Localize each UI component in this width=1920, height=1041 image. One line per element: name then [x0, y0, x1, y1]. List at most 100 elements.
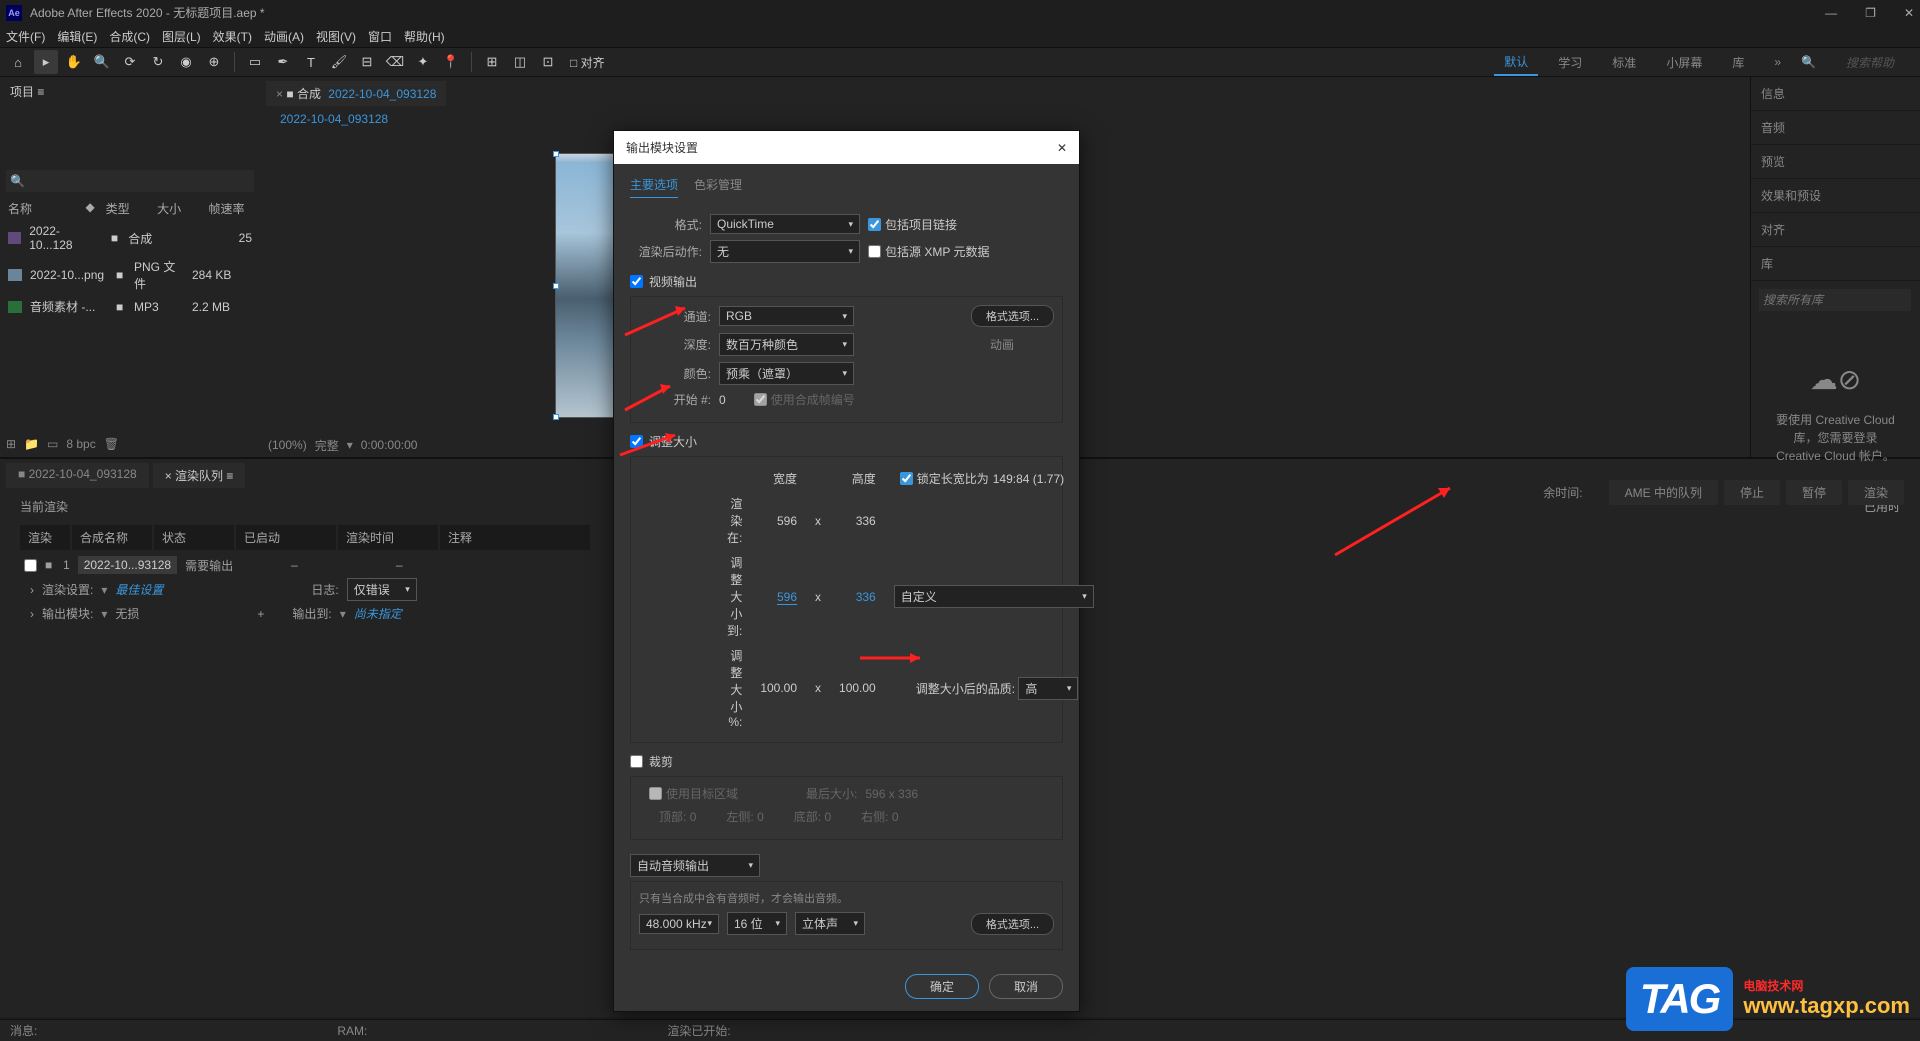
- channels-dropdown[interactable]: 立体声▾: [795, 912, 865, 935]
- home-tool-icon[interactable]: ⌂: [6, 50, 30, 74]
- rect-tool-icon[interactable]: ▭: [243, 50, 267, 74]
- quality-dropdown[interactable]: 高▾: [1018, 677, 1078, 700]
- postrender-dropdown[interactable]: 无▾: [710, 240, 860, 263]
- maximize-button[interactable]: ❐: [1865, 6, 1876, 20]
- search-help-input[interactable]: 搜索帮助: [1846, 54, 1894, 71]
- depth-dropdown[interactable]: 数百万种颜色▾: [719, 333, 854, 356]
- camera-tool-icon[interactable]: ◉: [174, 50, 198, 74]
- comp-new-icon[interactable]: ▭: [47, 437, 58, 451]
- timeline-tab-comp[interactable]: ■ 2022-10-04_093128: [6, 463, 149, 488]
- stamp-tool-icon[interactable]: ⊟: [355, 50, 379, 74]
- interpretation-icon[interactable]: ⊞: [6, 437, 16, 451]
- menu-window[interactable]: 窗口: [368, 28, 392, 45]
- format-options-button[interactable]: 格式选项...: [971, 305, 1054, 327]
- menu-animation[interactable]: 动画(A): [264, 28, 304, 45]
- snap-tool-icon[interactable]: ⊡: [536, 50, 560, 74]
- resize-height-input[interactable]: 336: [831, 551, 884, 642]
- lock-aspect-checkbox[interactable]: [900, 472, 913, 485]
- roto-tool-icon[interactable]: ✦: [411, 50, 435, 74]
- resolution-dropdown[interactable]: 完整: [315, 437, 339, 454]
- panel-info[interactable]: 信息: [1751, 77, 1920, 111]
- panel-effects[interactable]: 效果和预设: [1751, 179, 1920, 213]
- comp-breadcrumb[interactable]: 2022-10-04_093128: [270, 108, 398, 130]
- orbit-tool-icon[interactable]: ⟳: [118, 50, 142, 74]
- tab-color-management[interactable]: 色彩管理: [694, 176, 742, 198]
- pen-tool-icon[interactable]: ✒: [271, 50, 295, 74]
- workspace-standard[interactable]: 标准: [1602, 50, 1646, 75]
- workspace-learn[interactable]: 学习: [1548, 50, 1592, 75]
- menu-file[interactable]: 文件(F): [6, 28, 45, 45]
- expand-icon[interactable]: ›: [30, 583, 34, 597]
- panel-preview[interactable]: 预览: [1751, 145, 1920, 179]
- output-to-link[interactable]: 尚未指定: [354, 605, 402, 622]
- menu-help[interactable]: 帮助(H): [404, 28, 445, 45]
- col-type[interactable]: 类型: [106, 200, 149, 217]
- log-dropdown[interactable]: 仅错误▾: [347, 578, 417, 601]
- project-row[interactable]: 2022-10...128 ■ 合成 25: [0, 221, 260, 255]
- rotate-tool-icon[interactable]: ↻: [146, 50, 170, 74]
- ok-button[interactable]: 确定: [905, 974, 979, 999]
- menu-composition[interactable]: 合成(C): [109, 28, 150, 45]
- audio-output-dropdown[interactable]: 自动音频输出▾: [630, 854, 760, 877]
- menu-effect[interactable]: 效果(T): [213, 28, 252, 45]
- output-module-val[interactable]: 无损: [115, 605, 139, 622]
- zoom-tool-icon[interactable]: 🔍: [90, 50, 114, 74]
- text-tool-icon[interactable]: T: [299, 50, 323, 74]
- trash-icon[interactable]: 🗑: [104, 437, 119, 451]
- menu-view[interactable]: 视图(V): [316, 28, 356, 45]
- workspace-library[interactable]: 库: [1722, 50, 1754, 75]
- start-value[interactable]: 0: [719, 393, 726, 407]
- project-row[interactable]: 音频素材 -... ■ MP3 2.2 MB: [0, 295, 260, 318]
- project-tab[interactable]: 项目 ≡: [0, 77, 260, 106]
- audio-format-options-button[interactable]: 格式选项...: [971, 913, 1054, 935]
- panel-align[interactable]: 对齐: [1751, 213, 1920, 247]
- time-display[interactable]: 0:00:00:00: [361, 438, 418, 452]
- project-search-input[interactable]: [6, 170, 254, 192]
- stop-button[interactable]: 停止: [1724, 480, 1780, 505]
- render-button[interactable]: 渲染: [1848, 480, 1904, 505]
- resize-width-input[interactable]: 596: [777, 590, 797, 605]
- include-link-checkbox[interactable]: [868, 218, 881, 231]
- close-button[interactable]: ✕: [1904, 6, 1914, 20]
- selection-tool-icon[interactable]: ▸: [34, 50, 58, 74]
- workspace-more-icon[interactable]: »: [1764, 51, 1791, 73]
- timeline-tab-render[interactable]: × 渲染队列 ≡: [153, 463, 246, 488]
- bit-depth-dropdown[interactable]: 16 位▾: [727, 912, 787, 935]
- sample-rate-dropdown[interactable]: 48.000 kHz▾: [639, 914, 719, 934]
- grid-tool-icon[interactable]: ⊞: [480, 50, 504, 74]
- settings-link[interactable]: 最佳设置: [115, 581, 163, 598]
- eraser-tool-icon[interactable]: ⌫: [383, 50, 407, 74]
- anchor-tool-icon[interactable]: ⊕: [202, 50, 226, 74]
- format-dropdown[interactable]: QuickTime▾: [710, 214, 860, 234]
- ame-queue-button[interactable]: AME 中的队列: [1609, 480, 1718, 505]
- mask-tool-icon[interactable]: ◫: [508, 50, 532, 74]
- hand-tool-icon[interactable]: ✋: [62, 50, 86, 74]
- brush-tool-icon[interactable]: 🖌: [327, 50, 351, 74]
- col-fps[interactable]: 帧速率: [209, 200, 252, 217]
- menu-edit[interactable]: 编辑(E): [57, 28, 97, 45]
- library-search-input[interactable]: [1759, 289, 1911, 311]
- workspace-small[interactable]: 小屏幕: [1656, 50, 1712, 75]
- render-checkbox[interactable]: [24, 559, 37, 572]
- panel-audio[interactable]: 音频: [1751, 111, 1920, 145]
- expand-icon[interactable]: ›: [30, 607, 34, 621]
- col-name[interactable]: 名称: [8, 200, 78, 217]
- bpc-label[interactable]: 8 bpc: [66, 437, 95, 451]
- comp-tab[interactable]: × ■ 合成 2022-10-04_093128: [266, 81, 446, 106]
- resize-preset-dropdown[interactable]: 自定义▾: [894, 585, 1094, 608]
- tab-main-options[interactable]: 主要选项: [630, 176, 678, 198]
- folder-icon[interactable]: 📁: [24, 437, 39, 451]
- crop-checkbox[interactable]: [630, 755, 643, 768]
- dialog-close-icon[interactable]: ✕: [1057, 141, 1067, 155]
- panel-library[interactable]: 库: [1751, 247, 1920, 281]
- workspace-default[interactable]: 默认: [1494, 49, 1538, 76]
- add-output-icon[interactable]: +: [257, 607, 264, 621]
- video-output-checkbox[interactable]: [630, 275, 643, 288]
- zoom-level[interactable]: (100%): [268, 438, 307, 452]
- col-size[interactable]: 大小: [157, 200, 200, 217]
- project-row[interactable]: 2022-10...png ■ PNG 文件 284 KB: [0, 255, 260, 295]
- snap-label[interactable]: □ 对齐: [564, 54, 611, 71]
- pause-button[interactable]: 暂停: [1786, 480, 1842, 505]
- minimize-button[interactable]: —: [1825, 6, 1837, 20]
- include-xmp-checkbox[interactable]: [868, 245, 881, 258]
